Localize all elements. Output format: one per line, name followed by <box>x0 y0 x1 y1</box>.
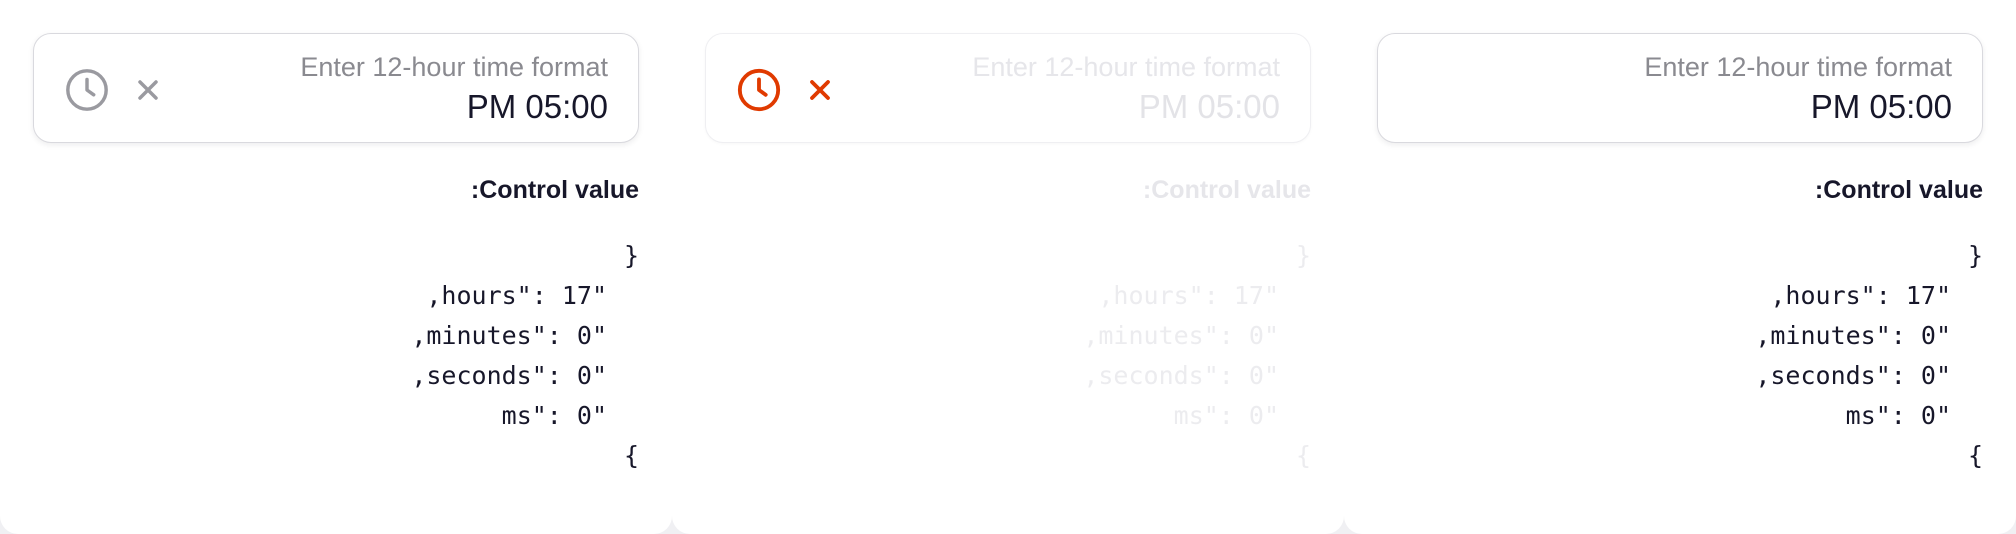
json-minutes: ,minutes": 0" <box>411 321 607 350</box>
json-close-brace: { <box>1967 441 1983 470</box>
time-input-placeholder: Enter 12-hour time format <box>972 52 1280 82</box>
json-seconds: ,seconds": 0" <box>1755 361 1951 390</box>
control-value-label: :Control value <box>470 176 639 204</box>
control-value-json: } ,hours": 17" ,minutes": 0" ,seconds": … <box>891 236 1311 476</box>
time-input-demo-disabled-error: Enter 12-hour time format PM 05:00 :Cont… <box>672 0 1344 534</box>
time-input-placeholder: Enter 12-hour time format <box>300 52 608 82</box>
time-input-demo-no-icons: Enter 12-hour time format PM 05:00 :Cont… <box>1344 0 2016 534</box>
close-icon <box>810 80 830 100</box>
json-hours: ,hours": 17" <box>426 281 607 310</box>
json-close-brace: { <box>623 441 639 470</box>
time-input-demo-default: Enter 12-hour time format PM 05:00 :Cont… <box>0 0 672 534</box>
time-input-field: Enter 12-hour time format PM 05:00 <box>705 33 1311 143</box>
time-input-field[interactable]: Enter 12-hour time format PM 05:00 <box>1377 33 1983 143</box>
json-minutes: ,minutes": 0" <box>1755 321 1951 350</box>
json-ms: ms": 0" <box>1845 401 1951 430</box>
json-ms: ms": 0" <box>501 401 607 430</box>
time-input-placeholder: Enter 12-hour time format <box>1644 52 1952 82</box>
json-open-brace: } <box>1295 241 1311 270</box>
clock-icon[interactable] <box>64 67 110 113</box>
time-input-field[interactable]: Enter 12-hour time format PM 05:00 <box>33 33 639 143</box>
control-value-json: } ,hours": 17" ,minutes": 0" ,seconds": … <box>219 236 639 476</box>
time-input-value[interactable]: PM 05:00 <box>467 88 608 126</box>
json-open-brace: } <box>623 241 639 270</box>
json-ms: ms": 0" <box>1173 401 1279 430</box>
json-hours: ,hours": 17" <box>1098 281 1279 310</box>
json-seconds: ,seconds": 0" <box>1083 361 1279 390</box>
close-icon[interactable] <box>132 74 164 106</box>
json-hours: ,hours": 17" <box>1770 281 1951 310</box>
time-input-value[interactable]: PM 05:00 <box>1811 88 1952 126</box>
control-value-json: } ,hours": 17" ,minutes": 0" ,seconds": … <box>1563 236 1983 476</box>
json-seconds: ,seconds": 0" <box>411 361 607 390</box>
json-open-brace: } <box>1967 241 1983 270</box>
json-minutes: ,minutes": 0" <box>1083 321 1279 350</box>
json-close-brace: { <box>1295 441 1311 470</box>
control-value-label: :Control value <box>1142 176 1311 204</box>
control-value-label: :Control value <box>1814 176 1983 204</box>
clock-icon <box>737 68 781 112</box>
page: Enter 12-hour time format PM 05:00 :Cont… <box>0 0 2016 534</box>
time-input-value: PM 05:00 <box>1138 88 1280 125</box>
